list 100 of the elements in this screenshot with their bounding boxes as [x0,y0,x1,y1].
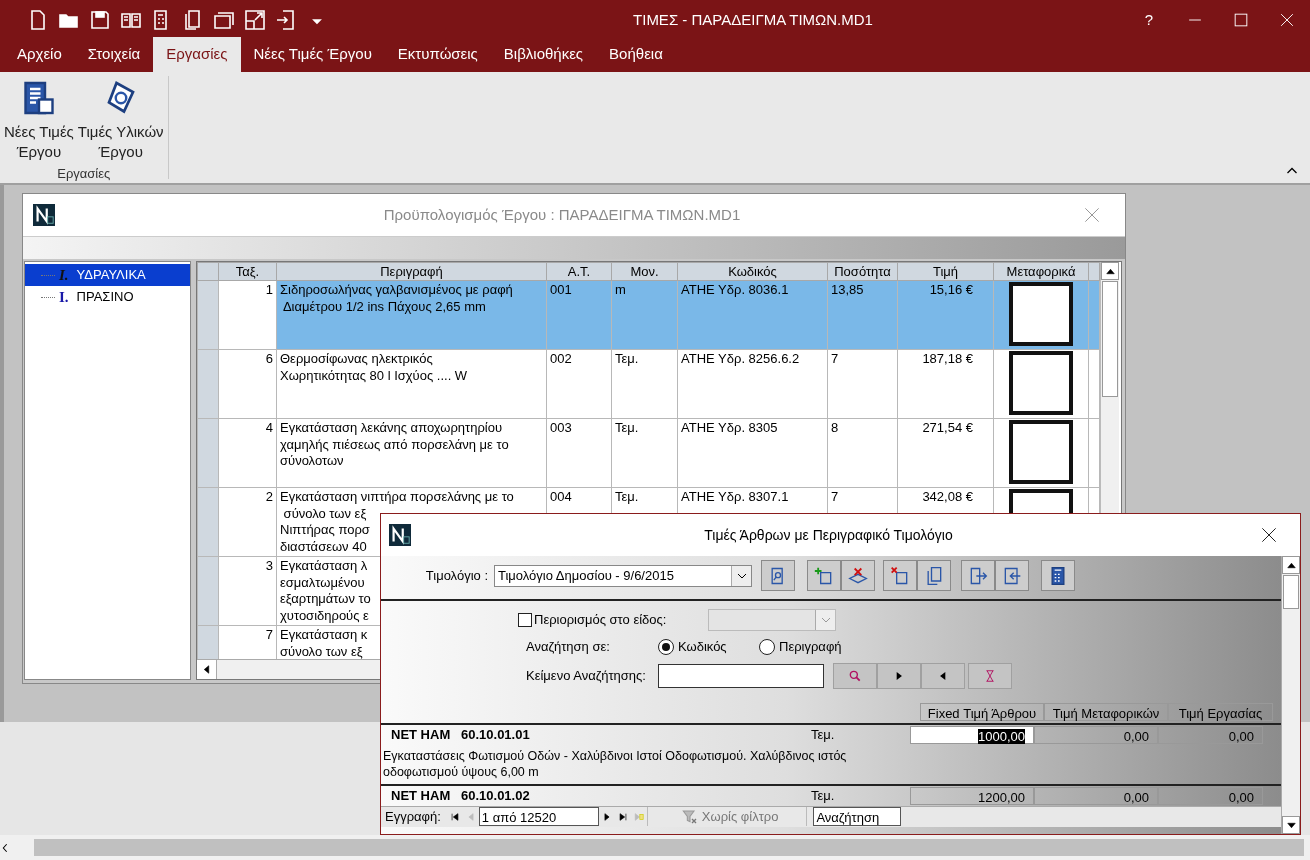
app-logo-icon [389,524,411,546]
chapter-icon: I. [59,285,69,309]
help-button[interactable]: ? [1126,0,1172,40]
table-cell: 1 [265,282,273,297]
close-icon [1280,13,1294,27]
table-cell: 15,16 € [929,282,973,297]
table-cell: 7 [265,627,273,642]
delete-layers-icon [848,565,868,586]
first-record-icon [449,811,460,822]
price-input[interactable]: 1000,00 [910,725,1034,744]
scroll-left-icon[interactable] [0,841,10,854]
menu-tab[interactable]: Εκτυπώσεις [384,36,491,72]
filter-icon [681,808,698,825]
price-cell: 0,00 [1034,786,1158,805]
radio-button[interactable]: Περιγραφή [759,637,842,657]
next-record-icon [601,811,612,822]
table-cell: 004 [550,489,572,504]
zoom-icon [848,668,862,683]
table-row[interactable]: 4 Εγκατάσταση λεκάνης αποχωρητηρίου χαμηλής πιέσεως από πορσελάνη με το σύνολοτων 003 Τεμ. ΑΤΗΕ Υδρ. 8305 8 271,54 € [197,418,1100,488]
radio-button[interactable]: Κωδικός [658,637,759,657]
table-cell: 002 [550,351,572,366]
table-cell: 187,18 € [922,351,973,366]
column-header[interactable]: Τιμή Μεταφορικών [1044,702,1168,721]
menu-tab[interactable]: Αρχείο [4,36,75,72]
table-cell: 342,08 € [922,489,973,504]
record-prefix: NET HAM [390,725,452,744]
column-header[interactable]: Α.Τ. [546,262,612,281]
table-cell: 271,54 € [922,420,973,435]
price-cell: 0,00 [1034,725,1158,744]
cell-text-line: Εγκατάσταση λεκάνης αποχωρητηρίου [280,420,503,437]
scroll-left-icon[interactable] [202,665,211,674]
scrollbar[interactable] [1281,556,1300,834]
column-header[interactable]: Fixed Τιμή Άρθρου [920,702,1044,721]
cell-text-line: Σιδηροσωλήνας γαλβανισμένος με ραφή [280,282,513,299]
export-icon [968,565,988,586]
menu-tab[interactable]: Βιβλιοθήκες [490,36,597,72]
cell-text-line: χαμηλής πιέσεως από πορσελάνη με το [280,436,509,453]
last-record-icon [617,811,628,822]
filter-button[interactable]: Χωρίς φίλτρο [646,806,808,827]
checkbox[interactable] [1009,282,1073,346]
column-header[interactable]: Μον. [611,262,678,281]
search-field[interactable] [658,663,824,688]
toolbar-button[interactable] [917,560,951,591]
search-field[interactable]: Αναζήτηση [813,807,902,826]
scrollbar-thumb[interactable] [1283,575,1299,609]
column-header[interactable]: Περιγραφή [276,262,547,281]
table-cell: 6 [265,351,273,366]
table-cell: 001 [550,282,572,297]
toolbar-button[interactable] [883,560,917,591]
checkbox-label: Περιορισμός στο είδος: [533,611,668,630]
checkbox[interactable] [1009,351,1073,415]
checkbox[interactable] [518,613,532,627]
record-description: Εγκαταστάσεις Φωτισμού Οδών - Χαλύβδινοι Ιστοί Οδοφωτισμού. Χαλύβδινος ιστός οδοφωτισμού ύψους 6,00 m [382,747,848,781]
save-icon[interactable] [88,8,112,32]
table-cell: ΑΤΗΕ Υδρ. 8256.6.2 [681,351,800,366]
toolbar-button[interactable] [1041,560,1075,591]
tree-item[interactable]: I. ΠΡΑΣΙΝΟ [25,286,190,308]
search-button[interactable] [833,662,877,689]
record-field[interactable]: 1 από 12520 [478,807,599,826]
ribbon-button[interactable]: Νέες Τιμές Έργου [2,76,76,162]
table-cell: 003 [550,420,572,435]
tree-item[interactable]: I. ΥΔΡΑΥΛΙΚΑ [25,264,190,286]
pricelist-dropdown[interactable]: Τιμολόγιο Δημοσίου - 9/6/2015 [494,564,752,587]
table-cell: 7 [831,489,839,504]
menu-tab[interactable]: Νέες Τιμές Έργου [240,36,385,72]
toolbar-button[interactable] [961,560,995,591]
cell-text-line: χυτοσιδηρούς ε [280,607,369,624]
ribbon-button[interactable]: Τιμές Υλικών Έργου [75,76,166,162]
toolbar-button[interactable] [807,560,841,591]
column-header[interactable]: Ποσότητα [827,262,898,281]
table-cell: Τεμ. [615,420,639,435]
search-button[interactable] [968,662,1012,689]
table-cell: 2 [265,489,273,504]
table-row[interactable]: 6 Θερμοσίφωνας ηλεκτρικός Χωρητικότητας 80 l Ισχύος .... W 002 Τεμ. ΑΤΗΕ Υδρ. 8256.6.2 7 187,18 € [197,349,1100,419]
table-row[interactable]: 1 Σιδηροσωλήνας γαλβανισμένος με ραφή Διαμέτρου 1/2 ins Πάχους 2,65 mm 001 m ΑΤΗΕ Υδρ. 8036.1 13,85 15,16 € [197,280,1100,350]
checkbox[interactable] [1009,420,1073,484]
column-header[interactable]: Τιμή [897,262,994,281]
close-icon [1261,527,1277,543]
scroll-up-icon[interactable] [1105,266,1115,276]
toolbar-button[interactable] [841,560,875,591]
window-title: Προϋπολογισμός Έργου : ΠΑΡΑΔΕΙΓΜΑ ΤΙΜΩΝ.MD1 [382,204,742,225]
scrollbar-thumb[interactable] [34,839,1304,856]
table-cell: 3 [265,558,273,573]
menu-tab[interactable]: Εργασίες [153,36,241,72]
record-unit: Τεμ. [811,786,836,805]
menu-tab[interactable]: Στοιχεία [74,36,154,72]
scrollbar-thumb[interactable] [1102,281,1118,397]
resize-icon[interactable] [243,8,267,32]
toolbar-button[interactable] [995,560,1029,591]
scroll-up-icon[interactable] [1286,560,1296,570]
cell-text-line: Θερμοσίφωνας ηλεκτρικός [280,351,433,368]
toolbar-button[interactable] [761,560,795,591]
column-header[interactable]: Κωδικός [677,262,828,281]
dialog-title: Τιμές Άρθρων με Περιγραφικό Τιμολόγιο [703,525,954,545]
column-header[interactable]: Τιμή Εργασίας [1168,702,1273,721]
column-header[interactable]: Ταξ. [218,262,277,281]
column-header[interactable]: Μεταφορικά [993,262,1089,281]
menu-tab[interactable]: Βοήθεια [596,36,676,72]
cell-text-line: Εγκατάσταση νιπτήρα πορσελάνης με το [280,489,514,506]
scroll-down-icon[interactable] [1286,820,1296,830]
